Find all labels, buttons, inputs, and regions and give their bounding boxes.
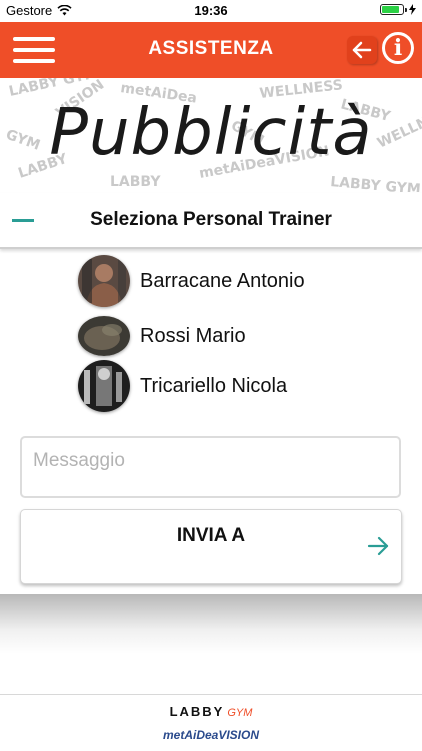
- trainer-photo-icon: [78, 316, 130, 356]
- avatar: [78, 360, 130, 412]
- logo-main-text: LABBY: [169, 704, 225, 719]
- message-input[interactable]: [20, 436, 401, 498]
- footer-logo-labby: LABBY GYM: [0, 704, 422, 719]
- logo-sub-text: GYM: [227, 707, 253, 719]
- trainer-name: Rossi Mario: [140, 324, 246, 347]
- trainer-name: Tricariello Nicola: [140, 374, 288, 397]
- svg-text:LABBY: LABBY: [110, 174, 161, 190]
- info-button[interactable]: i: [382, 32, 414, 64]
- send-button-label: INVIA A: [176, 525, 246, 546]
- trainer-item[interactable]: Tricariello Nicola: [78, 360, 288, 412]
- trainer-item[interactable]: Barracane Antonio: [78, 255, 305, 307]
- status-right: [380, 4, 416, 15]
- trainer-item[interactable]: Rossi Mario: [78, 311, 246, 361]
- battery-level: [382, 6, 399, 13]
- status-bar: Gestore 19:36: [0, 0, 422, 22]
- advertising-banner[interactable]: LABBY GYM metAiDea WELLNESS LABBY GYM LA…: [0, 78, 422, 192]
- trainer-photo-icon: [78, 255, 130, 307]
- arrow-left-icon: [352, 41, 372, 59]
- send-button[interactable]: INVIA A: [20, 509, 402, 584]
- footer-logo-partner: metAiDeaVISION: [162, 728, 260, 742]
- avatar: [78, 255, 130, 307]
- app-header: ASSISTENZA i: [0, 22, 422, 78]
- bolt-icon: [409, 4, 416, 15]
- trainer-section-header[interactable]: Seleziona Personal Trainer: [0, 193, 422, 249]
- trainer-name: Barracane Antonio: [140, 269, 305, 292]
- avatar: [78, 316, 130, 356]
- svg-text:LABBY GYM: LABBY GYM: [330, 174, 422, 192]
- section-title: Seleziona Personal Trainer: [90, 209, 332, 230]
- footer: LABBY GYM metAiDeaVISION: [0, 694, 422, 751]
- trainer-photo-icon: [78, 360, 130, 412]
- status-time: 19:36: [194, 3, 228, 18]
- arrow-right-icon: [367, 536, 389, 556]
- banner-text: Pubblicità: [49, 96, 373, 170]
- panel-shadow: [0, 594, 422, 654]
- battery-icon: [380, 4, 407, 15]
- info-icon: i: [393, 35, 403, 61]
- back-button[interactable]: [347, 36, 377, 64]
